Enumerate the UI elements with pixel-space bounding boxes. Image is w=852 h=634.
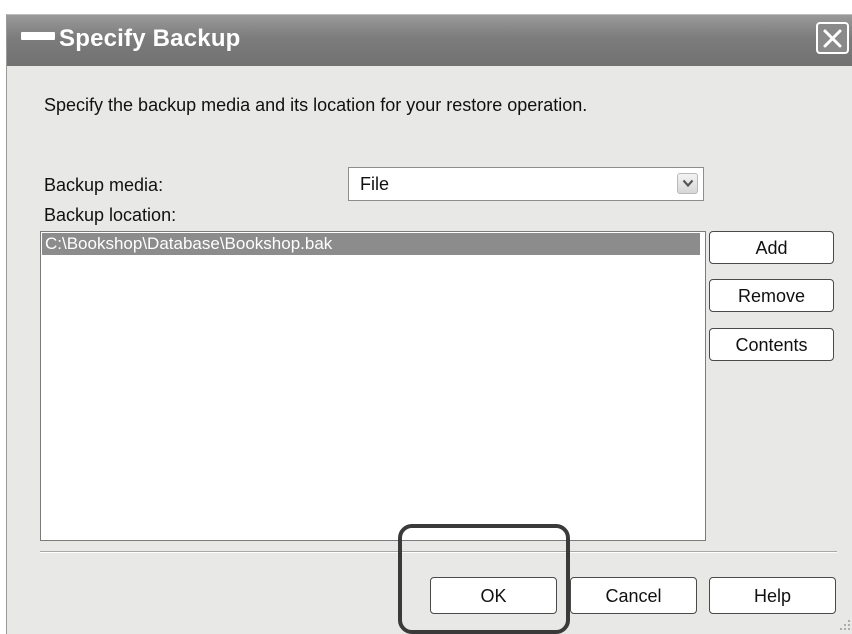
remove-button[interactable]: Remove bbox=[709, 279, 834, 312]
backup-location-list[interactable]: C:\Bookshop\Database\Bookshop.bak bbox=[40, 231, 706, 541]
list-item-selected[interactable]: C:\Bookshop\Database\Bookshop.bak bbox=[42, 233, 700, 255]
footer-separator bbox=[40, 551, 837, 553]
specify-backup-dialog: Specify Backup Specify the backup media … bbox=[6, 14, 852, 634]
backup-media-value: File bbox=[360, 174, 390, 194]
backup-location-label: Backup location: bbox=[44, 205, 177, 225]
help-button[interactable]: Help bbox=[709, 577, 836, 614]
cancel-button[interactable]: Cancel bbox=[570, 577, 697, 614]
chevron-down-icon bbox=[682, 179, 694, 188]
close-button[interactable] bbox=[816, 22, 849, 54]
window-icon bbox=[21, 32, 55, 40]
dropdown-button[interactable] bbox=[677, 173, 698, 194]
add-button[interactable]: Add bbox=[709, 231, 834, 264]
backup-media-label: Backup media: bbox=[44, 175, 164, 195]
resize-grip-icon[interactable] bbox=[839, 619, 851, 631]
dialog-description: Specify the backup media and its locatio… bbox=[44, 95, 588, 115]
window-title: Specify Backup bbox=[59, 25, 241, 52]
ok-button[interactable]: OK bbox=[430, 577, 557, 614]
backup-media-select[interactable]: File bbox=[348, 167, 704, 201]
contents-button[interactable]: Contents bbox=[709, 328, 834, 361]
close-icon bbox=[823, 29, 842, 48]
title-bar[interactable]: Specify Backup bbox=[7, 15, 852, 66]
